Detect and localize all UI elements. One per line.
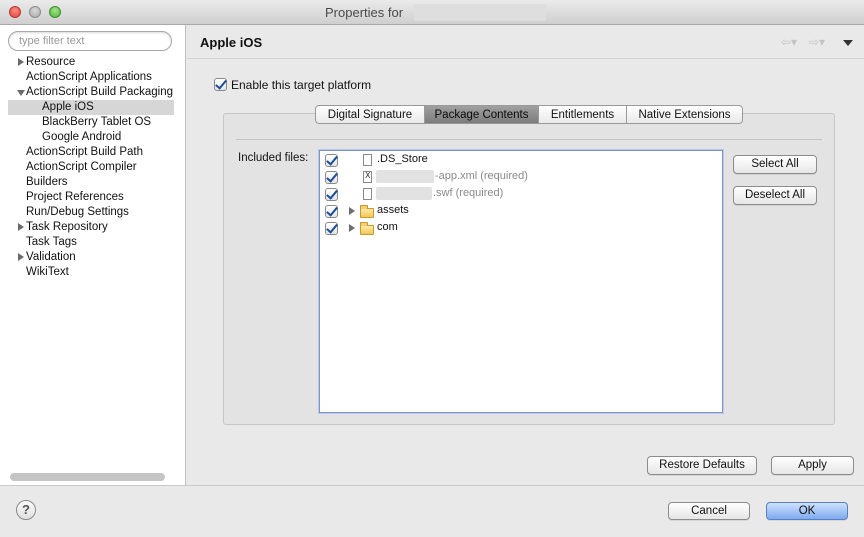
sidebar-item-label: ActionScript Build Packaging [26, 86, 174, 98]
sidebar-item-label: Project References [26, 191, 124, 203]
expand-arrow-icon[interactable] [18, 253, 24, 261]
sidebar-item-run-debug-settings[interactable]: Run/Debug Settings [8, 205, 174, 220]
sidebar-item-task-tags[interactable]: Task Tags [8, 235, 174, 250]
sidebar-item-actionscript-build-path[interactable]: ActionScript Build Path [8, 145, 174, 160]
window-title: Properties for [325, 5, 404, 20]
document-icon [363, 154, 372, 166]
redacted-file-prefix [376, 170, 434, 183]
tab-digital-signature[interactable]: Digital Signature [315, 105, 425, 124]
sidebar-item-builders[interactable]: Builders [8, 175, 174, 190]
sidebar-item-label: Validation [26, 251, 76, 263]
expand-arrow-icon[interactable] [349, 207, 355, 215]
restore-defaults-button[interactable]: Restore Defaults [647, 456, 757, 475]
expand-arrow-icon[interactable] [349, 224, 355, 232]
xml-document-icon [363, 171, 372, 183]
minimize-window-button[interactable] [29, 6, 41, 18]
collapse-arrow-icon[interactable] [17, 90, 25, 96]
forward-icon[interactable]: ⇨▾ [809, 35, 825, 49]
sidebar-item-google-android[interactable]: Google Android [8, 130, 174, 145]
file-checkbox[interactable] [325, 154, 338, 167]
file-name: -app.xml (required) [435, 170, 528, 182]
enable-platform-label: Enable this target platform [231, 78, 372, 92]
sidebar-item-actionscript-applications[interactable]: ActionScript Applications [8, 70, 174, 85]
zoom-window-button[interactable] [49, 6, 61, 18]
sidebar-item-actionscript-compiler[interactable]: ActionScript Compiler [8, 160, 174, 175]
cancel-button[interactable]: Cancel [668, 502, 750, 520]
sidebar-item-label: BlackBerry Tablet OS [42, 116, 152, 128]
expand-arrow-icon[interactable] [18, 58, 24, 66]
sidebar-item-label: Task Repository [26, 221, 108, 233]
filter-input[interactable] [8, 31, 172, 51]
sidebar-item-label: Apple iOS [42, 101, 94, 113]
expand-arrow-icon[interactable] [18, 223, 24, 231]
tab-entitlements[interactable]: Entitlements [538, 105, 627, 124]
title-bar: Properties for [0, 0, 864, 25]
sidebar-item-label: Google Android [42, 131, 122, 143]
folder-icon [360, 205, 374, 218]
back-icon[interactable]: ⇦▾ [781, 35, 797, 49]
sidebar-horizontal-scrollbar[interactable] [10, 473, 165, 481]
folder-name: com [377, 221, 398, 233]
page-title: Apple iOS [200, 35, 263, 50]
close-window-button[interactable] [9, 6, 21, 18]
deselect-all-button[interactable]: Deselect All [733, 186, 817, 205]
folder-icon [360, 222, 374, 235]
header-divider [187, 58, 864, 59]
file-name: .DS_Store [377, 153, 428, 165]
included-files-label: Included files: [238, 152, 309, 164]
redacted-project-name [414, 4, 546, 21]
file-checkbox[interactable] [325, 205, 338, 218]
footer-divider [0, 485, 864, 486]
ok-button[interactable]: OK [766, 502, 848, 520]
tab-native-extensions[interactable]: Native Extensions [626, 105, 743, 124]
sidebar-item-apple-ios[interactable]: Apple iOS [8, 100, 174, 115]
tab-panel-divider [236, 139, 822, 140]
sidebar-item-actionscript-build-packaging[interactable]: ActionScript Build Packaging [8, 85, 174, 100]
help-icon[interactable]: ? [16, 500, 36, 520]
sidebar-item-label: Task Tags [26, 236, 77, 248]
included-files-tree[interactable]: .DS_Store -app.xml (required) .swf (requ… [319, 150, 723, 413]
sidebar-item-label: ActionScript Compiler [26, 161, 137, 173]
sidebar-item-label: ActionScript Build Path [26, 146, 143, 158]
sidebar-item-label: Run/Debug Settings [26, 206, 129, 218]
sidebar-item-blackberry-tablet-os[interactable]: BlackBerry Tablet OS [8, 115, 174, 130]
document-icon [363, 188, 372, 200]
redacted-file-prefix [376, 187, 432, 200]
sidebar-item-task-repository[interactable]: Task Repository [8, 220, 174, 235]
view-menu-icon[interactable] [843, 40, 853, 46]
sidebar-item-label: Builders [26, 176, 68, 188]
sidebar-item-resource[interactable]: Resource [8, 55, 174, 70]
file-checkbox[interactable] [325, 222, 338, 235]
sidebar: Resource ActionScript Applications Actio… [0, 25, 186, 485]
sidebar-item-wikitext[interactable]: WikiText [8, 265, 174, 280]
select-all-button[interactable]: Select All [733, 155, 817, 174]
sidebar-item-label: ActionScript Applications [26, 71, 152, 83]
sidebar-item-project-references[interactable]: Project References [8, 190, 174, 205]
file-name: .swf (required) [433, 187, 504, 199]
tab-package-contents[interactable]: Package Contents [424, 105, 539, 124]
file-checkbox[interactable] [325, 188, 338, 201]
apply-button[interactable]: Apply [771, 456, 854, 475]
folder-name: assets [377, 204, 409, 216]
sidebar-item-label: Resource [26, 56, 76, 68]
file-checkbox[interactable] [325, 171, 338, 184]
enable-platform-checkbox[interactable] [214, 78, 227, 91]
sidebar-item-validation[interactable]: Validation [8, 250, 174, 265]
sidebar-item-label: WikiText [26, 266, 69, 278]
